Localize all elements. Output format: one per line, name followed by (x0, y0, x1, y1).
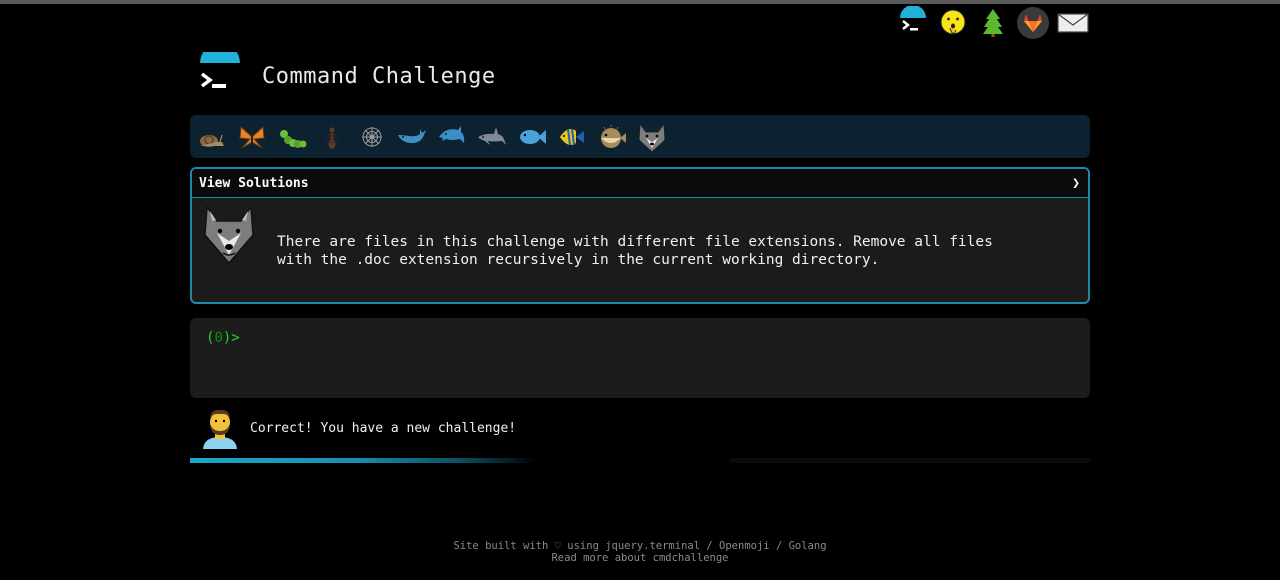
level-whale-icon[interactable] (392, 117, 432, 157)
wolf-avatar-icon (201, 203, 257, 267)
page-title: Command Challenge (262, 63, 496, 89)
level-tropical-fish-icon[interactable] (552, 117, 592, 157)
top-nav (896, 6, 1090, 40)
footer-prefix: Site built with (453, 540, 549, 552)
footer-separator: / (706, 540, 713, 552)
feedback-row: Correct! You have a new challenge! (200, 407, 516, 449)
view-solutions-label: View Solutions (199, 175, 309, 191)
terminal-input-area[interactable]: (0)> (190, 318, 1090, 398)
level-fish-icon[interactable] (512, 117, 552, 157)
tree-icon[interactable] (976, 6, 1010, 40)
progress-bar (190, 458, 1090, 463)
level-blowfish-icon[interactable] (592, 117, 632, 157)
heart-icon: ♡ (554, 540, 561, 552)
level-bar (190, 115, 1090, 158)
openmoji-link[interactable]: Openmoji (719, 540, 770, 552)
jquery-terminal-link[interactable]: jquery.terminal (605, 540, 700, 552)
level-snail-icon[interactable] (192, 117, 232, 157)
envelope-icon[interactable] (1056, 6, 1090, 40)
gitlab-icon[interactable] (1016, 6, 1050, 40)
challenge-description: There are files in this challenge with d… (277, 234, 993, 268)
level-butterfly-icon[interactable] (232, 117, 272, 157)
chevron-right-icon: ❯ (1072, 175, 1080, 191)
view-solutions-toggle[interactable]: View Solutions ❯ (192, 169, 1088, 198)
read-more-link[interactable]: Read more about cmdchallenge (551, 552, 728, 564)
top-divider (0, 0, 1280, 4)
bearded-man-avatar-icon (200, 407, 240, 449)
golang-link[interactable]: Golang (789, 540, 827, 552)
progress-fill (190, 458, 730, 463)
terminal-icon[interactable] (896, 6, 930, 40)
footer-line-1: Site built with ♡ using jquery.terminal … (0, 540, 1280, 552)
level-dolphin-icon[interactable] (432, 117, 472, 157)
page-header: Command Challenge (196, 43, 496, 100)
footer-using: using (567, 540, 599, 552)
level-ant-icon[interactable] (312, 117, 352, 157)
logo-terminal-icon[interactable] (196, 43, 244, 100)
prompt-count: 0 (214, 330, 223, 346)
footer-separator: / (775, 540, 783, 552)
level-shark-icon[interactable] (472, 117, 512, 157)
level-wolf-icon[interactable] (632, 117, 672, 157)
level-caterpillar-icon[interactable] (272, 117, 312, 157)
level-spider-web-icon[interactable] (352, 117, 392, 157)
prompt-close: )> (222, 330, 240, 346)
feedback-message: Correct! You have a new challenge! (250, 420, 517, 436)
challenge-panel: View Solutions ❯ There are files in this… (190, 167, 1090, 304)
footer: Site built with ♡ using jquery.terminal … (0, 540, 1280, 564)
hushed-face-icon[interactable] (936, 6, 970, 40)
